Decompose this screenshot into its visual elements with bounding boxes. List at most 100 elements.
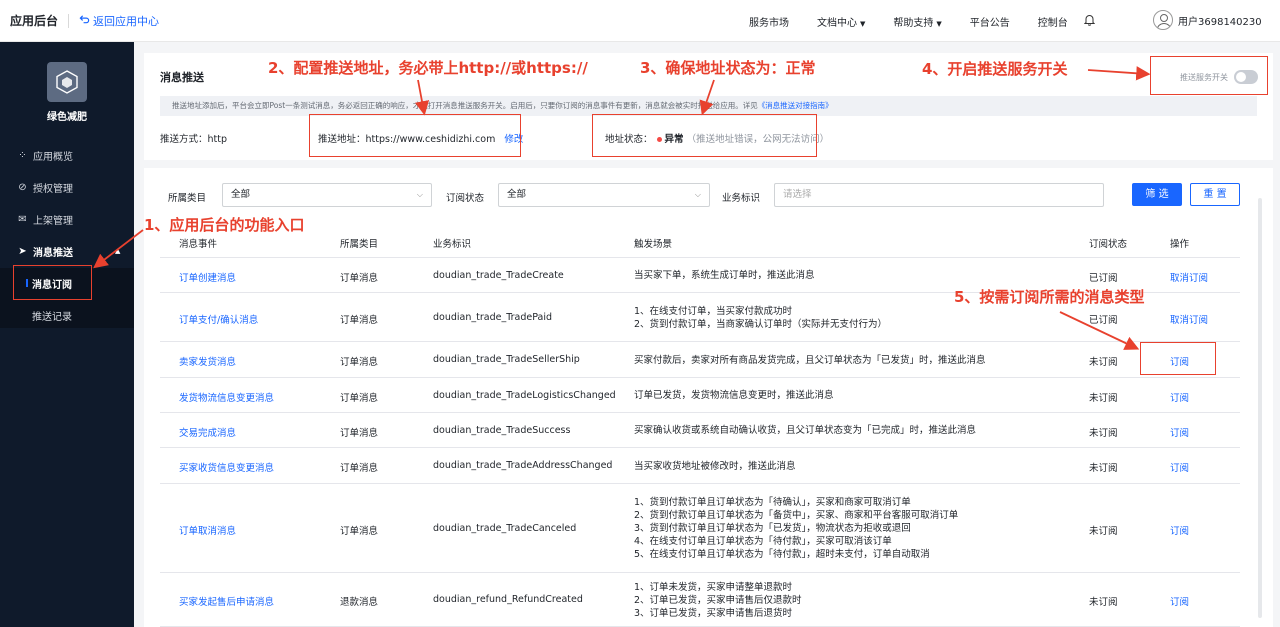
subscription-list-card: 所属类目 全部 ⌵ 订阅状态 全部 ⌵ 业务标识 请选择 筛 选 重 置 消息事… [144, 168, 1273, 627]
trigger-cell: 1、在线支付订单，当买家付款成功时 2、货到付款订单，当商家确认订单时（实际并无支… [634, 305, 887, 331]
app-logo [47, 62, 87, 102]
subscribe-link[interactable]: 订阅 [1170, 390, 1189, 404]
scrollbar[interactable] [1258, 198, 1262, 618]
subscribe-link[interactable]: 订阅 [1170, 594, 1189, 608]
nav-docs-center[interactable]: 文档中心 ▼ [817, 14, 865, 29]
trigger-line: 1、在线支付订单，当买家付款成功时 [634, 306, 793, 317]
subscribe-link[interactable]: 订阅 [1170, 460, 1189, 474]
category-cell: 订单消息 [340, 463, 379, 474]
table-row: 买家发起售后申请消息 退款消息 doudian_refund_RefundCreat… [160, 573, 1240, 627]
nav-help-support[interactable]: 帮助支持 ▼ [893, 14, 941, 29]
annotation-1: 1、应用后台的功能入口 [144, 216, 305, 234]
trigger-line: 当买家下单，系统生成订单时，推送此消息 [634, 270, 815, 281]
biz-id-cell: doudian_trade_TradeAddressChanged [433, 460, 613, 471]
biz-select[interactable]: 请选择 [774, 183, 1104, 207]
event-link[interactable]: 发货物流信息变更消息 [179, 390, 274, 404]
sidebar-item-auth-management[interactable]: ⊘ 授权管理 [0, 172, 134, 202]
table-row: 订单取消消息 订单消息 doudian_trade_TradeCanceled 1、货… [160, 484, 1240, 573]
user-menu[interactable]: 用户3698140230 [1153, 10, 1262, 30]
event-link[interactable]: 订单支付/确认消息 [179, 312, 258, 326]
trigger-line: 2、订单已发货，买家申请售后仅退款时 [634, 595, 802, 606]
event-link[interactable]: 卖家发货消息 [179, 354, 236, 368]
trigger-cell: 1、订单未发货，买家申请整单退款时 2、订单已发货，买家申请售后仅退款时 3、订单已… [634, 581, 802, 620]
back-to-app-center-link[interactable]: 返回应用中心 [79, 13, 159, 29]
trigger-cell: 订单已发货，发货物流信息变更时，推送此消息 [634, 389, 834, 402]
trigger-line: 1、货到付款订单且订单状态为「待确认」，买家和商家可取消订单 [634, 497, 911, 508]
annotation-box-subscribe [1140, 342, 1216, 375]
trigger-cell: 当买家收货地址被修改时，推送此消息 [634, 460, 796, 473]
notice-text: 推送地址添加后，平台会立即Post一条测试消息，务必返回正确的响应，才能打开消息… [172, 101, 758, 110]
reset-button[interactable]: 重 置 [1190, 183, 1240, 206]
trigger-line: 3、订单已发货，买家申请售后退货时 [634, 608, 793, 619]
sub-status-cell: 未订阅 [1089, 597, 1118, 608]
subscribe-link[interactable]: 订阅 [1170, 523, 1189, 537]
event-link[interactable]: 买家收货信息变更消息 [179, 460, 274, 474]
brand-title: 应用后台 [10, 14, 59, 28]
sidebar: 绿色减肥 ⁘ 应用概览 ⊘ 授权管理 ✉ 上架管理 ➤ 消息推送 ▲ 消息订阅 … [0, 42, 134, 627]
back-label: 返回应用中心 [93, 14, 160, 28]
app-name: 绿色减肥 [47, 112, 87, 123]
trigger-cell: 买家付款后，卖家对所有商品发货完成，且父订单状态为「已发货」时，推送此消息 [634, 354, 986, 367]
chevron-down-icon: ⌵ [694, 190, 701, 199]
divider [68, 13, 70, 28]
sub-status-cell: 未订阅 [1089, 526, 1118, 537]
caret-down-icon: ▼ [936, 19, 942, 28]
grid-icon: ⁘ [18, 149, 27, 161]
nav-label: 控制台 [1037, 17, 1068, 29]
trigger-line: 1、订单未发货，买家申请整单退款时 [634, 582, 793, 593]
nav-service-market[interactable]: 服务市场 [749, 14, 789, 29]
send-icon: ➤ [18, 245, 27, 257]
trigger-line: 买家确认收货或系统自动确认收货，且父订单状态变为「已完成」时，推送此消息 [634, 425, 977, 436]
sub-status-select-value: 全部 [507, 189, 527, 200]
nav-console[interactable]: 控制台 [1038, 14, 1068, 29]
sub-status-cell: 已订阅 [1089, 315, 1118, 326]
event-link[interactable]: 买家发起售后申请消息 [179, 594, 274, 608]
sub-status-cell: 未订阅 [1089, 357, 1118, 368]
push-method-value: http [207, 134, 228, 145]
chevron-down-icon: ⌵ [416, 190, 423, 199]
annotation-3: 3、确保地址状态为：正常 [640, 59, 816, 77]
annotation-5: 5、按需订阅所需的消息类型 [954, 288, 1145, 306]
unsubscribe-link[interactable]: 取消订阅 [1170, 270, 1208, 284]
trigger-cell: 买家确认收货或系统自动确认收货，且父订单状态变为「已完成」时，推送此消息 [634, 424, 976, 437]
nav-platform-notice[interactable]: 平台公告 [970, 14, 1010, 29]
category-filter-label: 所属类目 [168, 193, 207, 204]
info-notice: 推送地址添加后，平台会立即Post一条测试消息，务必返回正确的响应，才能打开消息… [160, 96, 1257, 116]
sidebar-item-message-push[interactable]: ➤ 消息推送 ▲ [0, 236, 134, 266]
nav-label: 服务市场 [749, 17, 789, 29]
event-link[interactable]: 交易完成消息 [179, 425, 236, 439]
category-cell: 订单消息 [340, 315, 379, 326]
event-link[interactable]: 订单创建消息 [179, 270, 236, 284]
sub-status-cell: 未订阅 [1089, 393, 1118, 404]
sidebar-item-app-overview[interactable]: ⁘ 应用概览 [0, 140, 134, 170]
caret-down-icon: ▼ [860, 19, 866, 28]
top-nav: 服务市场 文档中心 ▼ 帮助支持 ▼ 平台公告 控制台 [749, 0, 1096, 42]
category-cell: 订单消息 [340, 393, 379, 404]
annotation-2: 2、配置推送地址，务必带上http://或https:// [268, 59, 588, 77]
annotation-box-address [309, 114, 521, 157]
sub-status-select[interactable]: 全部 ⌵ [498, 183, 710, 207]
avatar-icon [1153, 10, 1173, 30]
biz-select-placeholder: 请选择 [783, 189, 812, 200]
sidebar-item-label: 消息推送 [33, 247, 73, 259]
sidebar-item-push-records[interactable]: 推送记录 [0, 300, 134, 330]
filter-button[interactable]: 筛 选 [1132, 183, 1182, 206]
trigger-line: 订单已发货，发货物流信息变更时，推送此消息 [634, 390, 834, 401]
biz-id-cell: doudian_trade_TradeCreate [433, 270, 564, 281]
unsubscribe-link[interactable]: 取消订阅 [1170, 312, 1208, 326]
biz-id-cell: doudian_trade_TradeLogisticsChanged [433, 390, 616, 401]
category-cell: 订单消息 [340, 428, 379, 439]
event-link[interactable]: 订单取消消息 [179, 523, 236, 537]
subscribe-link[interactable]: 订阅 [1170, 425, 1189, 439]
column-header: 触发场景 [634, 239, 673, 250]
category-cell: 退款消息 [340, 597, 379, 608]
bell-icon[interactable] [1083, 14, 1095, 27]
sidebar-item-label: 推送记录 [32, 311, 72, 323]
top-bar: 应用后台 返回应用中心 服务市场 文档中心 ▼ 帮助支持 ▼ 平台公告 控制台 用户… [0, 0, 1280, 42]
column-header: 所属类目 [340, 239, 379, 250]
notice-guide-link[interactable]: 《消息推送对接指南》 [758, 101, 833, 110]
trigger-cell: 当买家下单，系统生成订单时，推送此消息 [634, 269, 815, 282]
category-select[interactable]: 全部 ⌵ [222, 183, 432, 207]
push-method-label: 推送方式： [160, 134, 208, 145]
sidebar-item-listing-management[interactable]: ✉ 上架管理 [0, 204, 134, 234]
